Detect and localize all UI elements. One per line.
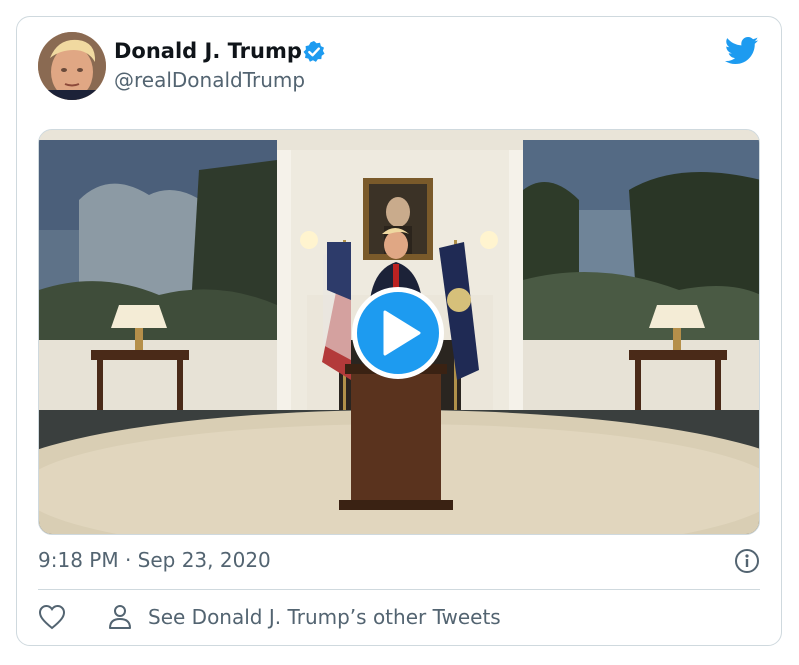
- other-tweets-link[interactable]: See Donald J. Trump’s other Tweets: [108, 602, 501, 632]
- tweet-timestamp[interactable]: 9:18 PM · Sep 23, 2020: [38, 548, 271, 572]
- avatar-image: [38, 32, 106, 100]
- author-name[interactable]: Donald J. Trump: [114, 39, 302, 63]
- heart-icon[interactable]: [38, 604, 66, 630]
- author-handle[interactable]: @realDonaldTrump: [114, 68, 305, 92]
- tweet-card: Donald J. Trump @realDonaldTrump 9:18 PM…: [16, 16, 782, 646]
- other-tweets-label: See Donald J. Trump’s other Tweets: [148, 605, 501, 629]
- twitter-bird-icon[interactable]: [725, 36, 759, 66]
- info-icon[interactable]: [734, 548, 760, 574]
- divider: [38, 589, 760, 590]
- person-icon: [109, 605, 131, 629]
- video-media[interactable]: [38, 129, 760, 535]
- verified-badge-icon: [303, 41, 325, 62]
- author-avatar[interactable]: [38, 32, 106, 100]
- play-icon: [383, 310, 421, 356]
- play-button[interactable]: [352, 287, 444, 379]
